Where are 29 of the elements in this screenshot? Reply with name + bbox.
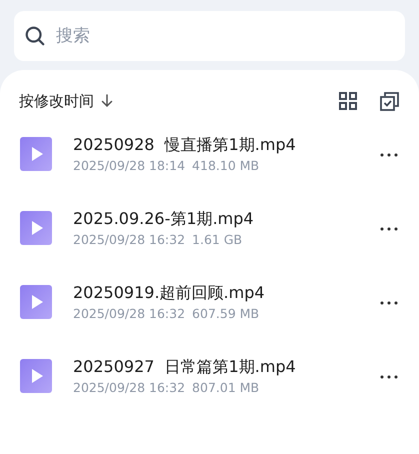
- file-row[interactable]: 20250928 慢直播第1期.mp4 2025/09/28 18:14 418.10 MB: [19, 130, 400, 179]
- file-row[interactable]: 20250927 日常篇第1期.mp4 2025/09/28 16:32 807.01 MB: [19, 352, 400, 401]
- file-name: 2025.09.26-第1期.mp4: [73, 208, 255, 230]
- file-row[interactable]: 20250919.超前回顾.mp4 2025/09/28 16:32 607.59 MB: [19, 278, 400, 327]
- file-date: 2025/09/28 16:32: [73, 378, 186, 396]
- arrow-down-icon: [100, 94, 114, 108]
- video-file-icon: [19, 284, 55, 322]
- file-name: 20250928 慢直播第1期.mp4: [73, 134, 297, 156]
- file-name: 20250927 日常篇第1期.mp4: [73, 356, 297, 378]
- file-row[interactable]: 2025.09.26-第1期.mp4 2025/09/28 16:32 1.61 GB: [19, 204, 400, 253]
- file-date: 2025/09/28 16:32: [73, 230, 186, 248]
- video-file-icon: [19, 136, 55, 174]
- file-size: 1.61 GB: [192, 230, 242, 248]
- video-file-icon: [19, 358, 55, 396]
- sort-button[interactable]: 按修改时间: [19, 90, 114, 112]
- file-size: 418.10 MB: [192, 156, 260, 174]
- file-date: 2025/09/28 18:14: [73, 156, 186, 174]
- multi-select-icon[interactable]: [379, 90, 400, 112]
- more-icon[interactable]: [380, 226, 398, 230]
- file-size: 807.01 MB: [192, 378, 260, 396]
- video-file-icon: [19, 210, 55, 248]
- more-icon[interactable]: [380, 374, 398, 378]
- file-size: 607.59 MB: [192, 304, 260, 322]
- more-icon[interactable]: [380, 300, 398, 304]
- grid-view-icon[interactable]: [338, 91, 358, 111]
- file-date: 2025/09/28 16:32: [73, 304, 186, 322]
- more-icon[interactable]: [380, 152, 398, 156]
- file-name: 20250919.超前回顾.mp4: [73, 282, 266, 304]
- search-field[interactable]: 搜索: [14, 11, 405, 61]
